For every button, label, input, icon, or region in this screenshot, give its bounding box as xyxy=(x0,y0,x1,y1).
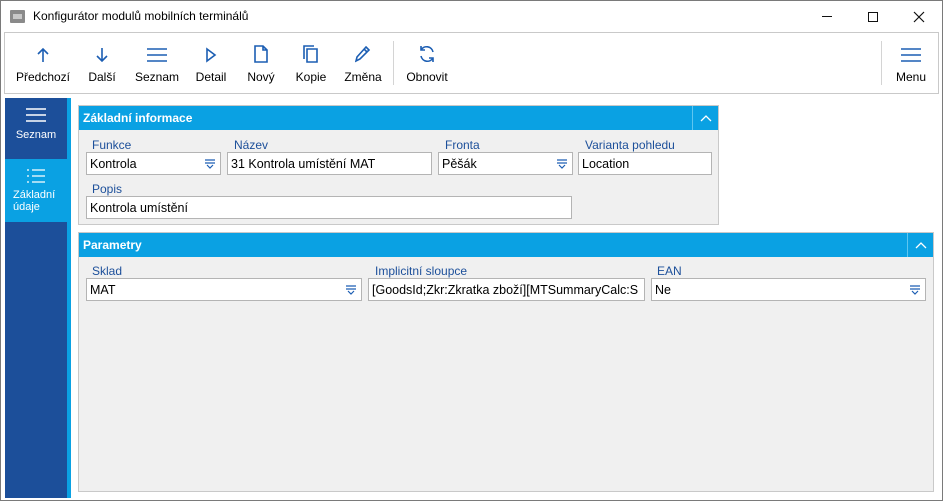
fronta-label: Fronta xyxy=(445,138,480,152)
play-icon xyxy=(206,47,217,63)
panel-header: Parametry xyxy=(79,233,933,257)
close-icon xyxy=(913,11,925,22)
minimize-icon xyxy=(822,16,832,17)
nazev-label: Název xyxy=(234,138,269,152)
nazev-input[interactable]: 31 Kontrola umístění MAT xyxy=(227,152,432,175)
dropdown-icon xyxy=(205,159,215,169)
pencil-icon xyxy=(355,45,371,63)
list-button[interactable]: Seznam xyxy=(131,33,183,93)
content-area: Základní informace Funkce Kontrola Název… xyxy=(71,98,939,498)
edit-button[interactable]: Změna xyxy=(341,33,385,93)
collapse-button[interactable] xyxy=(692,106,718,130)
popis-label: Popis xyxy=(92,182,123,196)
maximize-icon xyxy=(868,11,878,22)
new-label: Nový xyxy=(247,70,275,84)
dropdown-icon xyxy=(557,159,567,169)
minimize-button[interactable] xyxy=(804,1,850,32)
copy-icon xyxy=(303,45,318,63)
refresh-button[interactable]: Obnovit xyxy=(401,33,453,93)
window-title: Konfigurátor modulů mobilních terminálů xyxy=(33,9,249,23)
dropdown-icon xyxy=(910,285,920,295)
chevron-up-icon xyxy=(915,242,926,249)
maximize-button[interactable] xyxy=(850,1,896,32)
varianta-input[interactable]: Location xyxy=(578,152,712,175)
hamburger-icon xyxy=(901,48,921,62)
dropdown-icon xyxy=(346,285,356,295)
basic-info-panel: Základní informace Funkce Kontrola Název… xyxy=(78,105,719,225)
details-list-icon xyxy=(27,169,45,183)
close-button[interactable] xyxy=(896,1,942,32)
panel-title: Základní informace xyxy=(83,111,193,125)
sklad-select[interactable]: MAT xyxy=(86,278,362,301)
refresh-icon xyxy=(420,46,434,62)
list-icon xyxy=(147,48,167,62)
popis-input[interactable]: Kontrola umístění xyxy=(86,196,572,219)
menu-label: Menu xyxy=(895,70,927,84)
previous-button[interactable]: Předchozí xyxy=(14,33,72,93)
nav-item-label: Základní údaje xyxy=(13,189,56,213)
new-button[interactable]: Nový xyxy=(241,33,281,93)
collapse-button[interactable] xyxy=(907,233,933,257)
arrow-up-icon xyxy=(37,47,49,62)
parameters-panel: Parametry Sklad MAT Implicitní sloupce [… xyxy=(78,232,934,492)
chevron-up-icon xyxy=(700,115,711,122)
panel-title: Parametry xyxy=(83,238,142,252)
list-label: Seznam xyxy=(134,70,180,84)
nav-item-label: Seznam xyxy=(15,129,57,141)
detail-button[interactable]: Detail xyxy=(189,33,233,93)
toolbar-separator xyxy=(393,41,394,85)
copy-label: Kopie xyxy=(295,70,327,84)
funkce-select[interactable]: Kontrola xyxy=(86,152,221,175)
sloupce-label: Implicitní sloupce xyxy=(375,264,468,278)
toolbar-separator xyxy=(881,41,882,85)
app-icon xyxy=(10,10,25,23)
next-button[interactable]: Další xyxy=(76,33,128,93)
panel-header: Základní informace xyxy=(79,106,718,130)
menu-button[interactable]: Menu xyxy=(889,33,933,93)
list-icon xyxy=(26,108,46,122)
refresh-label: Obnovit xyxy=(406,70,448,84)
ean-label: EAN xyxy=(657,264,682,278)
edit-label: Změna xyxy=(344,70,382,84)
copy-button[interactable]: Kopie xyxy=(291,33,331,93)
varianta-label: Varianta pohledu xyxy=(585,138,675,152)
nav-item-zakladni-udaje[interactable]: Základní údaje xyxy=(5,159,67,222)
sklad-label: Sklad xyxy=(92,264,123,278)
funkce-label: Funkce xyxy=(92,138,132,152)
nav-item-seznam[interactable]: Seznam xyxy=(5,98,67,158)
toolbar: Předchozí Další Seznam Detail Nový Kopie… xyxy=(4,32,939,94)
detail-label: Detail xyxy=(195,70,227,84)
new-document-icon xyxy=(254,45,268,63)
ean-select[interactable]: Ne xyxy=(651,278,926,301)
arrow-down-icon xyxy=(96,48,108,63)
app-window: Konfigurátor modulů mobilních terminálů … xyxy=(0,0,943,501)
previous-label: Předchozí xyxy=(15,70,71,84)
sloupce-input[interactable]: [GoodsId;Zkr:Zkratka zboží][MTSummaryCal… xyxy=(368,278,645,301)
fronta-select[interactable]: Pěšák xyxy=(438,152,573,175)
left-nav: Seznam Základní údaje xyxy=(5,98,67,498)
next-label: Další xyxy=(88,70,116,84)
title-bar: Konfigurátor modulů mobilních terminálů xyxy=(1,1,942,32)
